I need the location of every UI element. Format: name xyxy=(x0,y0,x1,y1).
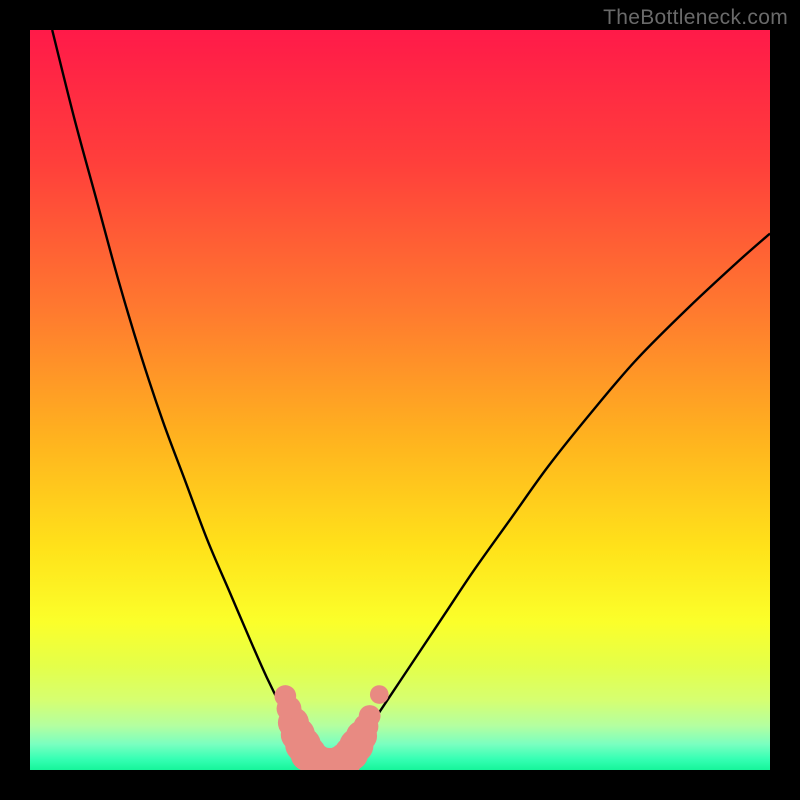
curve-layer xyxy=(30,30,770,770)
watermark-label: TheBottleneck.com xyxy=(603,6,788,30)
marker-point xyxy=(359,705,381,727)
curve-left-branch xyxy=(52,30,311,761)
marker-group xyxy=(274,685,388,770)
chart-root: TheBottleneck.com xyxy=(0,0,800,800)
curve-right-branch xyxy=(348,234,770,762)
marker-point xyxy=(370,685,389,704)
plot-area xyxy=(30,30,770,770)
